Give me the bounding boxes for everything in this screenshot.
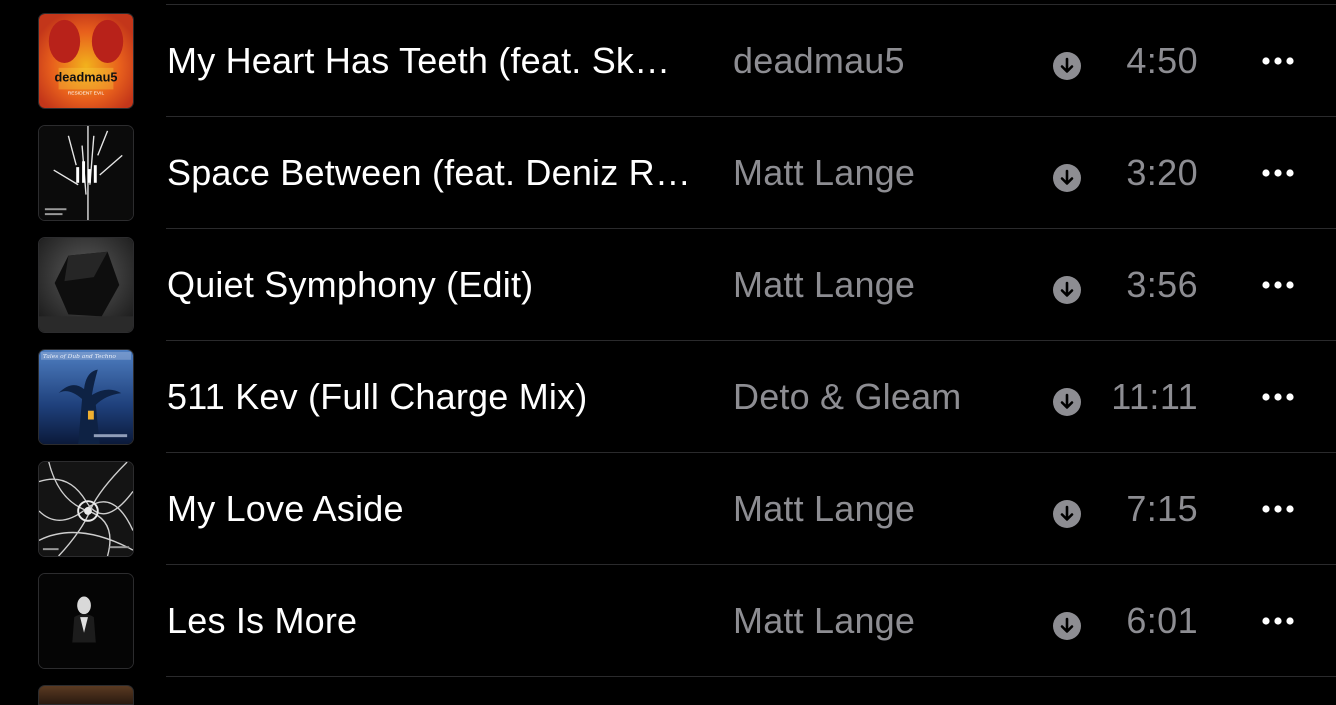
album-art-partial xyxy=(38,685,134,705)
album-art-image xyxy=(39,126,133,220)
album-art: Tales of Dub and Techno xyxy=(38,349,134,445)
download-icon[interactable] xyxy=(1052,499,1082,529)
song-title: My Heart Has Teeth (feat. Sk… xyxy=(167,40,671,81)
song-title: 511 Kev (Full Charge Mix) xyxy=(167,376,588,417)
download-icon[interactable] xyxy=(1052,51,1082,81)
song-title: Quiet Symphony (Edit) xyxy=(167,264,534,305)
song-artist[interactable]: deadmau5 xyxy=(733,39,1033,83)
song-duration: 4:50 xyxy=(1126,40,1198,81)
download-icon[interactable] xyxy=(1052,275,1082,305)
svg-text:RESIDENT EVIL: RESIDENT EVIL xyxy=(68,90,105,96)
song-duration: 11:11 xyxy=(1111,376,1198,417)
song-duration: 3:56 xyxy=(1126,264,1198,305)
song-row[interactable]: Les Is More Matt Lange 6:01 xyxy=(0,565,1336,677)
album-art-image: Tales of Dub and Techno xyxy=(39,350,133,444)
more-options-icon[interactable] xyxy=(1258,51,1298,71)
song-row[interactable]: Quiet Symphony (Edit) Matt Lange 3:56 xyxy=(0,229,1336,341)
more-options-icon[interactable] xyxy=(1258,387,1298,407)
album-art xyxy=(38,125,134,221)
album-art xyxy=(38,573,134,669)
album-art xyxy=(38,237,134,333)
song-row[interactable]: Tales of Dub and Techno 511 Kev (Full Ch… xyxy=(0,341,1336,453)
song-duration: 7:15 xyxy=(1126,488,1198,529)
album-art: deadmau5 RESIDENT EVIL xyxy=(38,13,134,109)
song-artist[interactable]: Matt Lange xyxy=(733,263,1033,307)
album-art-image xyxy=(39,574,133,668)
song-title: Space Between (feat. Deniz R… xyxy=(167,152,692,193)
song-artist[interactable]: Matt Lange xyxy=(733,599,1033,643)
svg-text:deadmau5: deadmau5 xyxy=(55,70,118,85)
song-artist[interactable]: Matt Lange xyxy=(733,151,1033,195)
download-icon[interactable] xyxy=(1052,387,1082,417)
album-art-image xyxy=(39,462,133,556)
more-options-icon[interactable] xyxy=(1258,163,1298,183)
row-divider xyxy=(166,676,1336,677)
album-art xyxy=(38,461,134,557)
song-title: Les Is More xyxy=(167,600,358,641)
song-row[interactable]: My Love Aside Matt Lange 7:15 xyxy=(0,453,1336,565)
download-icon[interactable] xyxy=(1052,611,1082,641)
album-art-image: deadmau5 RESIDENT EVIL xyxy=(39,14,133,108)
song-row[interactable]: deadmau5 RESIDENT EVIL My Heart Has Teet… xyxy=(0,5,1336,117)
more-options-icon[interactable] xyxy=(1258,275,1298,295)
svg-text:Tales of Dub and Techno: Tales of Dub and Techno xyxy=(43,354,116,360)
download-icon[interactable] xyxy=(1052,163,1082,193)
album-art-image xyxy=(39,238,133,332)
more-options-icon[interactable] xyxy=(1258,499,1298,519)
song-artist[interactable]: Matt Lange xyxy=(733,487,1033,531)
song-list: deadmau5 RESIDENT EVIL My Heart Has Teet… xyxy=(0,0,1336,705)
song-duration: 6:01 xyxy=(1126,600,1198,641)
song-artist[interactable]: Deto & Gleam xyxy=(733,375,1033,419)
song-row[interactable]: Space Between (feat. Deniz R… Matt Lange… xyxy=(0,117,1336,229)
more-options-icon[interactable] xyxy=(1258,611,1298,631)
song-duration: 3:20 xyxy=(1126,152,1198,193)
song-title: My Love Aside xyxy=(167,488,404,529)
